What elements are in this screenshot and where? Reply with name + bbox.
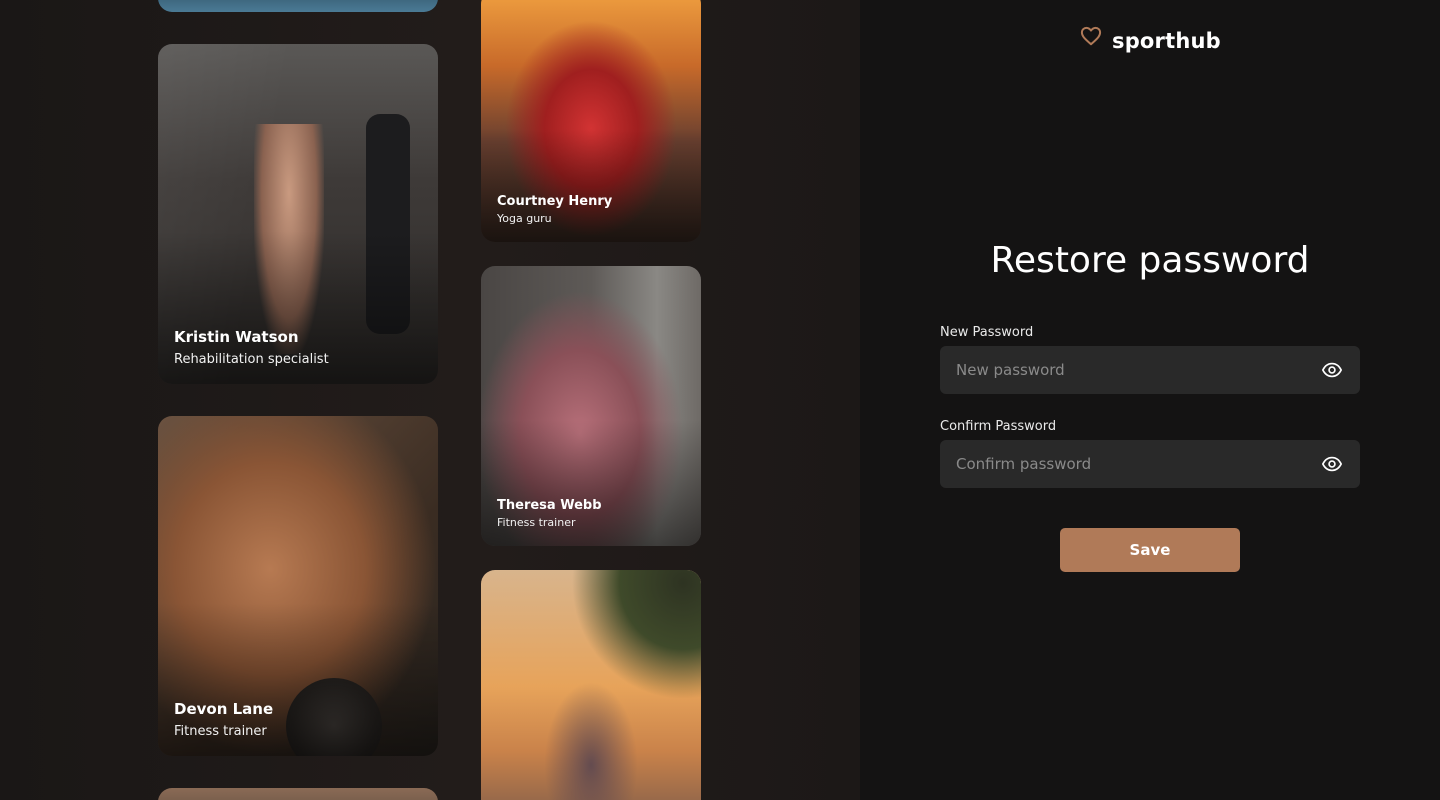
trainer-card[interactable]: Devon Lane Fitness trainer	[158, 416, 438, 756]
trainer-name: Devon Lane	[174, 700, 274, 718]
palm-tree-image	[571, 570, 701, 700]
trainer-role: Fitness trainer	[174, 724, 267, 739]
trainer-card-partial[interactable]	[481, 570, 701, 800]
trainer-name: Theresa Webb	[497, 498, 602, 513]
trainer-role: Yoga guru	[497, 212, 552, 225]
trainer-card[interactable]: Courtney Henry Yoga guru	[481, 0, 701, 242]
brand-name: sporthub	[1112, 29, 1221, 53]
trainer-name: Courtney Henry	[497, 194, 613, 209]
new-password-field	[940, 345, 1360, 395]
trainer-name: Kristin Watson	[174, 328, 299, 346]
new-password-label: New Password	[940, 325, 1034, 340]
trainer-role: Rehabilitation specialist	[174, 352, 329, 367]
eye-icon[interactable]	[1321, 453, 1343, 475]
confirm-password-label: Confirm Password	[940, 419, 1057, 434]
page-title: Restore password	[990, 240, 1310, 281]
brand-logo[interactable]: sporthub	[1080, 24, 1221, 53]
trainer-card[interactable]: Kristin Watson Rehabilitation specialist	[158, 44, 438, 384]
confirm-password-input[interactable]	[940, 439, 1321, 489]
confirm-password-field	[940, 439, 1360, 489]
new-password-input[interactable]	[940, 345, 1321, 395]
trainer-card[interactable]: Theresa Webb Fitness trainer	[481, 266, 701, 546]
heart-icon	[1080, 26, 1102, 46]
trainer-gallery: Kristin Watson Rehabilitation specialist…	[0, 0, 860, 800]
eye-icon[interactable]	[1321, 359, 1343, 381]
trainer-role: Fitness trainer	[497, 516, 576, 529]
save-button[interactable]: Save	[1060, 528, 1240, 572]
trainer-card-partial[interactable]	[158, 788, 438, 800]
trainer-card-partial[interactable]	[158, 0, 438, 12]
